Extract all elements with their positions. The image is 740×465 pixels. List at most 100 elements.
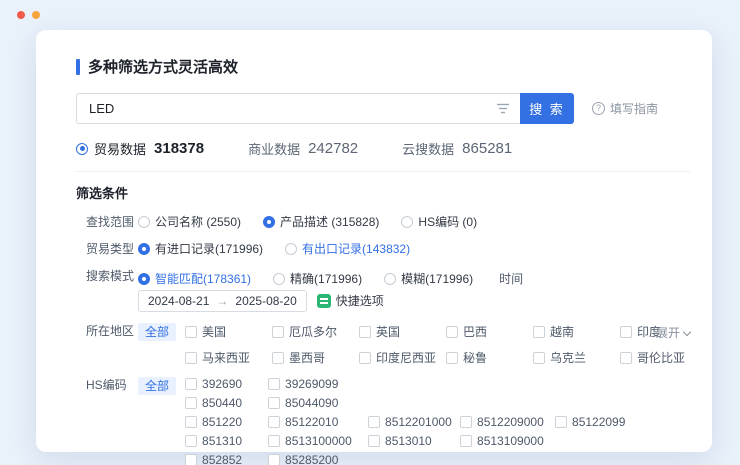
radio-label: 产品描述 (315828): [280, 214, 379, 230]
checkbox-label: 85044090: [285, 396, 338, 410]
tab-business-data[interactable]: 商业数据 242782: [248, 139, 358, 158]
region-all-tag[interactable]: 全部: [138, 323, 176, 341]
hs-checkbox[interactable]: 85285200: [268, 453, 368, 465]
fill-guide-link[interactable]: 填写指南: [592, 100, 658, 117]
radio-exact-match[interactable]: 精确(171996): [273, 271, 362, 287]
hs-checkbox[interactable]: 851310: [185, 434, 268, 448]
checkbox-label: 越南: [550, 323, 574, 340]
region-checkbox[interactable]: 美国: [185, 323, 272, 340]
checkbox-label: 85285200: [285, 453, 338, 465]
region-checkbox[interactable]: 马来西亚: [185, 349, 272, 366]
region-checkbox[interactable]: 印度尼西亚: [359, 349, 446, 366]
window-controls: [17, 11, 40, 19]
checkbox-icon: [185, 326, 197, 338]
date-arrow-icon: →: [216, 294, 228, 308]
expand-link[interactable]: 展开: [656, 324, 690, 341]
checkbox-label: 8512201000: [385, 415, 452, 429]
checkbox-icon: [446, 352, 458, 364]
checkbox-icon: [359, 352, 371, 364]
tab-label: 云搜数据: [402, 139, 454, 158]
region-checkbox[interactable]: 乌克兰: [533, 349, 620, 366]
tab-count: 865281: [462, 140, 512, 157]
checkbox-icon: [368, 416, 380, 428]
hs-checkbox[interactable]: 85122099: [555, 415, 645, 429]
radio-smart-match[interactable]: 智能匹配(178361): [138, 271, 251, 287]
radio-hs-code[interactable]: HS编码 (0): [401, 214, 477, 230]
tab-count: 318378: [154, 140, 204, 157]
hs-checkbox[interactable]: 8512209000: [460, 415, 555, 429]
quick-options-button[interactable]: 快捷选项: [317, 290, 384, 312]
date-end: 2025-08-20: [235, 294, 296, 308]
search-button[interactable]: 搜 索: [520, 93, 574, 124]
hs-checkbox[interactable]: 8513100000: [268, 434, 368, 448]
checkbox-icon: [368, 435, 380, 447]
radio-label: 模糊(171996): [401, 271, 473, 287]
date-start: 2024-08-21: [148, 294, 209, 308]
radio-fuzzy-match[interactable]: 模糊(171996): [384, 271, 473, 287]
target-icon: [76, 143, 88, 155]
checkbox-icon: [359, 326, 371, 338]
tab-label: 商业数据: [248, 139, 300, 158]
checkbox-label: 秘鲁: [463, 349, 487, 366]
date-range-picker[interactable]: 2024-08-21 → 2025-08-20: [138, 290, 307, 312]
hs-all-tag[interactable]: 全部: [138, 377, 176, 395]
region-checkbox[interactable]: 厄瓜多尔: [272, 323, 359, 340]
radio-icon: [138, 216, 150, 228]
hs-checkbox[interactable]: 850440: [185, 396, 268, 410]
radio-company-name[interactable]: 公司名称 (2550): [138, 214, 241, 230]
region-checkbox[interactable]: 越南: [533, 323, 620, 340]
filter-row-region: 所在地区 全部 美国 厄瓜多尔 英国 巴西 越南 印度 马来西亚 墨西哥 印度尼…: [86, 323, 690, 366]
checkbox-label: 8513010: [385, 434, 432, 448]
search-group: 搜 索: [76, 93, 574, 124]
hs-checkbox[interactable]: 85044090: [268, 396, 368, 410]
tab-cloud-search-data[interactable]: 云搜数据 865281: [402, 139, 512, 158]
radio-import-records[interactable]: 有进口记录(171996): [138, 241, 263, 257]
checkbox-label: 85122010: [285, 415, 338, 429]
radio-label: 智能匹配(178361): [155, 271, 251, 287]
checkbox-icon: [620, 352, 632, 364]
filter-row-trade-type: 贸易类型 有进口记录(171996) 有出口记录(143832): [86, 241, 690, 257]
checkbox-icon: [268, 416, 280, 428]
window-close-dot[interactable]: [17, 11, 25, 19]
region-checkbox[interactable]: 哥伦比亚: [620, 349, 707, 366]
tab-trade-data[interactable]: 贸易数据 318378: [76, 139, 204, 158]
radio-icon: [401, 216, 413, 228]
fill-guide-label: 填写指南: [610, 100, 658, 117]
filter-row-search-mode: 搜索模式 智能匹配(178361) 精确(171996) 模糊(171996) …: [86, 268, 690, 312]
filter-label: 贸易类型: [86, 241, 134, 257]
checkbox-icon: [268, 378, 280, 390]
region-checkbox[interactable]: 英国: [359, 323, 446, 340]
region-checkbox[interactable]: 墨西哥: [272, 349, 359, 366]
radio-export-records[interactable]: 有出口记录(143832): [285, 241, 410, 257]
region-checkbox[interactable]: 秘鲁: [446, 349, 533, 366]
time-label: 时间: [499, 268, 523, 290]
hs-checkbox[interactable]: 8512201000: [368, 415, 460, 429]
hs-checkbox[interactable]: 85122010: [268, 415, 368, 429]
checkbox-icon: [272, 352, 284, 364]
hs-checkbox[interactable]: 39269099: [268, 377, 368, 391]
hs-checkbox[interactable]: 392690: [185, 377, 268, 391]
checkbox-icon: [268, 435, 280, 447]
checkbox-icon: [268, 454, 280, 465]
hs-checkbox[interactable]: 851220: [185, 415, 268, 429]
checkbox-icon: [185, 435, 197, 447]
help-circle-icon: [592, 102, 605, 115]
hs-checkbox[interactable]: 8513010: [368, 434, 460, 448]
filter-lines-icon[interactable]: [496, 102, 510, 115]
tab-count: 242782: [308, 140, 358, 157]
checkbox-icon: [533, 352, 545, 364]
window-minimize-dot[interactable]: [32, 11, 40, 19]
checkbox-icon: [185, 378, 197, 390]
hs-checkbox[interactable]: 8513109000: [460, 434, 555, 448]
checkbox-label: 851310: [202, 434, 242, 448]
checkbox-label: 8513109000: [477, 434, 544, 448]
chevron-down-icon: [683, 327, 691, 335]
radio-product-description[interactable]: 产品描述 (315828): [263, 214, 379, 230]
radio-label: 公司名称 (2550): [155, 214, 241, 230]
checkbox-icon: [185, 416, 197, 428]
region-checkbox[interactable]: 巴西: [446, 323, 533, 340]
search-input[interactable]: [76, 93, 520, 124]
radio-selected-icon: [263, 216, 275, 228]
main-card: 多种筛选方式灵活高效 搜 索 填写指南 贸易数据 318378 商业数: [36, 30, 712, 452]
hs-checkbox[interactable]: 852852: [185, 453, 268, 465]
